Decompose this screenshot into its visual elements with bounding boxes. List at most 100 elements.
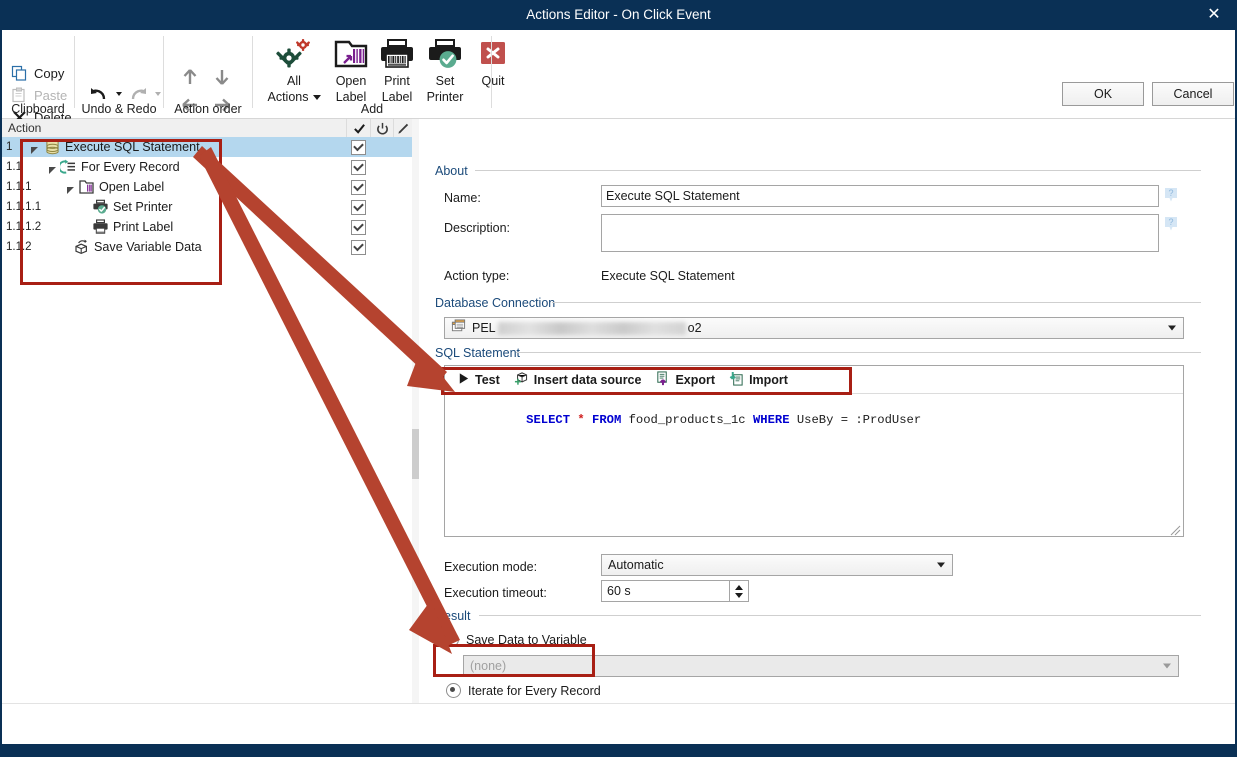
expander-icon[interactable]	[30, 143, 39, 152]
execution-mode-label: Execution mode:	[444, 559, 537, 575]
loop-list-icon	[60, 159, 77, 175]
table-row[interactable]: 1.1	[2, 157, 412, 177]
about-group-rule	[475, 170, 1201, 171]
description-input[interactable]	[601, 214, 1159, 252]
database-connection-group-label: Database Connection	[435, 295, 555, 311]
save-data-to-variable-radio-row[interactable]: Save Data to Variable	[444, 632, 587, 647]
open-label-icon	[329, 34, 373, 72]
import-icon	[729, 371, 744, 389]
database-connection-suffix: o2	[688, 321, 702, 335]
tree-row-label: Set Printer	[113, 197, 173, 217]
ribbon-group-undo-redo: Undo & Redo	[75, 30, 163, 118]
save-data-to-variable-radio[interactable]	[444, 632, 459, 647]
chevron-down-icon[interactable]	[937, 563, 945, 568]
table-row[interactable]: 1.1.1 Open	[2, 177, 412, 197]
action-tree-pane: Action	[2, 119, 413, 703]
variable-combo[interactable]: (none)	[463, 655, 1179, 677]
table-row[interactable]: 1.1.1.1 Set Printer	[2, 197, 412, 217]
expander-icon[interactable]	[66, 183, 75, 192]
sql-token-where: WHERE	[753, 413, 790, 427]
sql-statement-group-label: SQL Statement	[435, 345, 520, 361]
export-button[interactable]: Export	[655, 371, 715, 389]
ribbon-group-add: All Actions	[253, 30, 491, 118]
row-enabled-checkbox[interactable]	[351, 240, 366, 255]
tree-header-pause[interactable]	[370, 119, 394, 137]
database-connection-redacted	[498, 322, 686, 335]
tree-row-number: 1.1	[6, 157, 22, 177]
undo-dropdown-icon[interactable]	[116, 92, 122, 96]
tree-row-number: 1.1.2	[6, 237, 32, 257]
insert-data-source-button[interactable]: Insert data source	[514, 371, 642, 389]
row-enabled-checkbox[interactable]	[351, 200, 366, 215]
stepper-down-icon[interactable]	[735, 593, 743, 598]
cancel-button[interactable]: Cancel	[1152, 82, 1234, 106]
result-group-rule	[479, 615, 1201, 616]
row-enabled-checkbox[interactable]	[351, 220, 366, 235]
tree-header-edit[interactable]	[393, 119, 413, 137]
chevron-down-icon[interactable]	[313, 95, 321, 100]
row-enabled-checkbox[interactable]	[351, 160, 366, 175]
quit-button[interactable]: Quit	[470, 34, 516, 88]
tree-row-number: 1.1.1.1	[6, 197, 41, 217]
sql-token-condition: UseBy = :ProdUser	[790, 413, 922, 427]
redo-dropdown-icon[interactable]	[155, 92, 161, 96]
name-input[interactable]	[601, 185, 1159, 207]
svg-text:?: ?	[1168, 188, 1173, 198]
arrow-down-icon	[211, 66, 233, 88]
description-label: Description:	[444, 220, 510, 236]
set-printer-button[interactable]: Set Printer	[420, 34, 470, 104]
stepper-up-icon[interactable]	[735, 585, 743, 590]
move-down-button[interactable]	[209, 64, 235, 90]
all-actions-label-line1: All	[287, 74, 301, 88]
import-label: Import	[749, 373, 788, 387]
actions-editor-window: Actions Editor - On Click Event ✕ Copy	[0, 0, 1237, 757]
copy-button[interactable]: Copy	[8, 62, 67, 84]
tree-row-label: Print Label	[113, 217, 173, 237]
database-connection-combo[interactable]: PELo2	[444, 317, 1184, 339]
ribbon-group-action-order: Action order	[164, 30, 252, 118]
execution-timeout-stepper[interactable]: 60 s	[601, 580, 749, 602]
chevron-down-icon[interactable]	[1168, 326, 1176, 331]
test-button[interactable]: Test	[457, 372, 500, 388]
help-question-icon[interactable]: ?	[1164, 216, 1178, 232]
window-title: Actions Editor - On Click Event	[0, 0, 1237, 30]
sql-token-select: SELECT	[526, 413, 570, 427]
result-group-label: Result	[435, 608, 470, 624]
sql-query-text[interactable]: SELECT * FROM food_products_1c WHERE Use…	[453, 399, 921, 441]
ribbon-toolbar: Copy Paste	[2, 30, 1235, 119]
row-enabled-checkbox[interactable]	[351, 140, 366, 155]
check-icon	[353, 122, 366, 135]
move-up-button[interactable]	[177, 64, 203, 90]
execution-timeout-value: 60 s	[607, 581, 631, 601]
svg-text:?: ?	[1168, 217, 1173, 227]
print-label-button[interactable]: Print Label	[374, 34, 420, 104]
table-row[interactable]: 1.1.1.2 Print Label	[2, 217, 412, 237]
sql-editor[interactable]: Test Insert data source	[444, 365, 1184, 537]
execution-mode-combo[interactable]: Automatic	[601, 554, 953, 576]
ok-button[interactable]: OK	[1062, 82, 1144, 106]
row-enabled-checkbox[interactable]	[351, 180, 366, 195]
iterate-for-every-record-radio[interactable]	[446, 683, 461, 698]
tree-header-enabled[interactable]	[346, 119, 371, 137]
table-row[interactable]: 1.1.2 Save Variable Data	[2, 237, 412, 257]
all-actions-button[interactable]: All Actions	[263, 34, 325, 104]
database-connection-group-rule	[552, 302, 1201, 303]
tree-header-action: Action	[8, 119, 41, 137]
pane-scrollbar[interactable]	[412, 119, 419, 703]
arrow-up-icon	[179, 66, 201, 88]
table-row[interactable]: 1 Execute SQL Statement	[2, 137, 412, 157]
expander-icon[interactable]	[48, 163, 57, 172]
scrollbar-thumb[interactable]	[412, 429, 419, 479]
database-icon	[44, 139, 61, 155]
import-button[interactable]: Import	[729, 371, 788, 389]
resize-grip-icon[interactable]	[1169, 523, 1181, 535]
iterate-for-every-record-radio-row[interactable]: Iterate for Every Record	[446, 683, 601, 698]
stepper-buttons[interactable]	[729, 581, 748, 601]
action-properties-pane: About Name: ? Description: ? Action type…	[419, 119, 1235, 703]
help-question-icon[interactable]: ?	[1164, 187, 1178, 203]
export-icon	[655, 371, 670, 389]
chevron-down-icon[interactable]	[1163, 664, 1171, 669]
play-icon	[457, 372, 470, 388]
open-label-button[interactable]: Open Label	[328, 34, 374, 104]
close-icon[interactable]: ✕	[1191, 0, 1237, 30]
